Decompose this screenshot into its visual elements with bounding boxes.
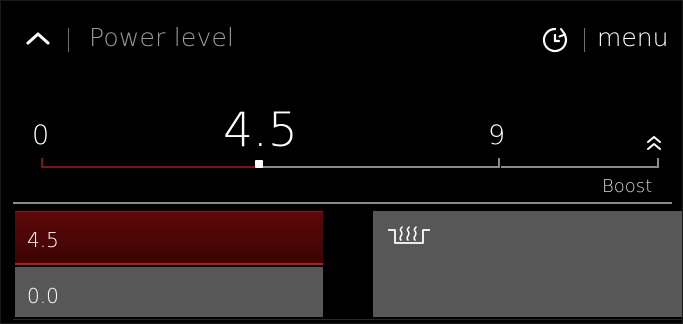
- slider-track-remaining: [258, 166, 500, 168]
- keep-warm-icon: [388, 226, 430, 244]
- timer-icon[interactable]: [540, 25, 570, 55]
- zone-button[interactable]: 0.0: [15, 267, 323, 317]
- keep-warm-zone-button[interactable]: [373, 211, 682, 317]
- slider-tick-max: [498, 158, 500, 168]
- cooktop-control-screen: Power level menu 0 4.5 9 Boost 4.5 0.0: [0, 0, 683, 324]
- slider-min-label: 0: [32, 120, 50, 151]
- zone-power-value: 4.5: [27, 228, 59, 252]
- section-divider: [13, 202, 672, 204]
- slider-tick-boost: [657, 158, 659, 168]
- zone-button-selected[interactable]: 4.5: [15, 211, 323, 265]
- chevron-up-icon[interactable]: [25, 30, 51, 46]
- boost-label: Boost: [602, 176, 653, 197]
- header-separator: [584, 28, 585, 52]
- menu-button[interactable]: menu: [597, 23, 668, 52]
- power-level-slider[interactable]: 0 4.5 9 Boost: [1, 96, 683, 206]
- slider-thumb[interactable]: [255, 160, 263, 168]
- slider-track-boost: [501, 166, 657, 168]
- double-chevron-up-icon[interactable]: [645, 134, 663, 152]
- slider-tick-min: [41, 158, 43, 168]
- slider-value-label: 4.5: [223, 103, 298, 158]
- page-title: Power level: [89, 23, 235, 52]
- bottom-border: [13, 319, 682, 320]
- slider-max-label: 9: [488, 120, 506, 151]
- slider-track-filled: [42, 166, 258, 168]
- header-bar: Power level menu: [1, 1, 683, 81]
- header-separator: [68, 28, 69, 52]
- zone-power-value: 0.0: [27, 284, 59, 308]
